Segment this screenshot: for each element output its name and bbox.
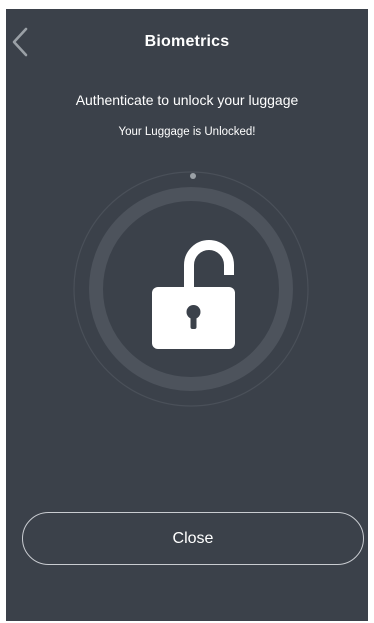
close-button[interactable]: Close (22, 512, 364, 565)
biometrics-screen: Biometrics Authenticate to unlock your l… (6, 9, 368, 621)
progress-indicator-dot (190, 173, 196, 179)
page-title: Biometrics (144, 33, 230, 50)
status-text: Your Luggage is Unlocked! (118, 126, 256, 138)
close-button-label: Close (172, 529, 214, 547)
unlocked-padlock-icon (147, 237, 239, 349)
instruction-text: Authenticate to unlock your luggage (75, 92, 299, 108)
